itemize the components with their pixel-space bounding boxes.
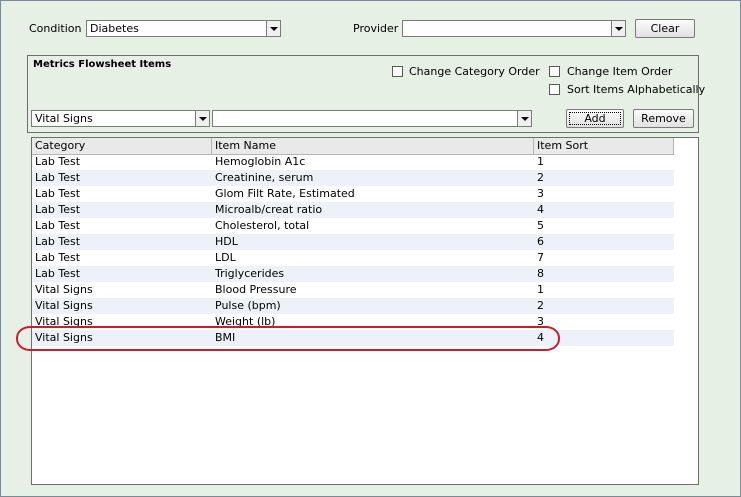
cell-item-name: Triglycerides [215, 267, 285, 280]
chevron-down-icon[interactable] [517, 111, 531, 126]
clear-button[interactable]: Clear [635, 19, 695, 38]
cell-category: Lab Test [35, 155, 81, 168]
cell-category: Vital Signs [35, 283, 93, 296]
metrics-flowsheet-items-group: Metrics Flowsheet Items Change Category … [27, 55, 705, 133]
cell-item-sort: 6 [537, 235, 544, 248]
column-header-item-name[interactable]: Item Name [212, 138, 534, 154]
remove-button[interactable]: Remove [633, 109, 694, 128]
table-row[interactable]: Lab Test Triglycerides 8 [32, 266, 674, 282]
cell-item-sort: 1 [537, 283, 544, 296]
chevron-down-icon[interactable] [195, 111, 209, 126]
cell-category: Lab Test [35, 251, 81, 264]
cell-item-sort: 4 [537, 203, 544, 216]
cell-item-name: Creatinine, serum [215, 171, 314, 184]
item-select[interactable] [212, 110, 532, 127]
table-row[interactable]: Lab Test Creatinine, serum 2 [32, 170, 674, 186]
cell-item-name: Pulse (bpm) [215, 299, 281, 312]
table-row[interactable]: Lab Test Glom Filt Rate, Estimated 3 [32, 186, 674, 202]
provider-label: Provider [353, 22, 399, 35]
change-item-order-checkbox[interactable] [549, 66, 560, 77]
flowsheet-config-window: Condition Diabetes Provider Clear Metric… [0, 0, 741, 497]
cell-category: Lab Test [35, 267, 81, 280]
table-row[interactable]: Vital Signs Blood Pressure 1 [32, 282, 674, 298]
group-title: Metrics Flowsheet Items [33, 59, 172, 70]
flowsheet-items-grid: Category Item Name Item Sort Lab Test He… [31, 137, 699, 485]
cell-item-name: LDL [215, 251, 236, 264]
cell-item-sort: 2 [537, 171, 544, 184]
chevron-down-icon[interactable] [611, 21, 625, 36]
cell-item-sort: 3 [537, 187, 544, 200]
column-header-item-sort[interactable]: Item Sort [534, 138, 674, 154]
cell-category: Vital Signs [35, 299, 93, 312]
change-category-order-label: Change Category Order [409, 65, 540, 78]
table-row[interactable]: Lab Test Hemoglobin A1c 1 [32, 154, 674, 170]
cell-category: Lab Test [35, 235, 81, 248]
cell-item-sort: 1 [537, 155, 544, 168]
cell-item-sort: 3 [537, 315, 544, 328]
provider-select[interactable] [402, 20, 626, 37]
cell-item-sort: 2 [537, 299, 544, 312]
chevron-down-icon[interactable] [266, 21, 280, 36]
sort-alphabetically-checkbox[interactable] [549, 84, 560, 95]
cell-item-sort: 5 [537, 219, 544, 232]
table-row[interactable]: Vital Signs Pulse (bpm) 2 [32, 298, 674, 314]
change-item-order-label: Change Item Order [567, 65, 673, 78]
category-value: Vital Signs [35, 112, 93, 125]
cell-item-sort: 8 [537, 267, 544, 280]
table-row[interactable]: Lab Test HDL 6 [32, 234, 674, 250]
cell-item-name: Glom Filt Rate, Estimated [215, 187, 355, 200]
cell-item-name: Hemoglobin A1c [215, 155, 306, 168]
cell-item-name: HDL [215, 235, 238, 248]
cell-item-name: Microalb/creat ratio [215, 203, 323, 216]
cell-item-name: Cholesterol, total [215, 219, 310, 232]
category-select[interactable]: Vital Signs [31, 110, 210, 127]
column-header-category[interactable]: Category [32, 138, 212, 154]
cell-category: Lab Test [35, 203, 81, 216]
table-row[interactable]: Lab Test Microalb/creat ratio 4 [32, 202, 674, 218]
cell-category: Lab Test [35, 219, 81, 232]
change-category-order-checkbox[interactable] [392, 66, 403, 77]
table-row[interactable]: Lab Test Cholesterol, total 5 [32, 218, 674, 234]
cell-category: Lab Test [35, 187, 81, 200]
add-button[interactable]: Add [566, 109, 624, 128]
sort-alphabetically-label: Sort Items Alphabetically [567, 83, 706, 96]
condition-select[interactable]: Diabetes [86, 20, 281, 37]
table-row[interactable]: Lab Test LDL 7 [32, 250, 674, 266]
cell-category: Lab Test [35, 171, 81, 184]
cell-item-name: Blood Pressure [215, 283, 297, 296]
cell-item-sort: 7 [537, 251, 544, 264]
condition-value: Diabetes [90, 22, 139, 35]
condition-label: Condition [29, 22, 82, 35]
highlight-ellipse [16, 326, 560, 351]
grid-header: Category Item Name Item Sort [32, 138, 674, 155]
